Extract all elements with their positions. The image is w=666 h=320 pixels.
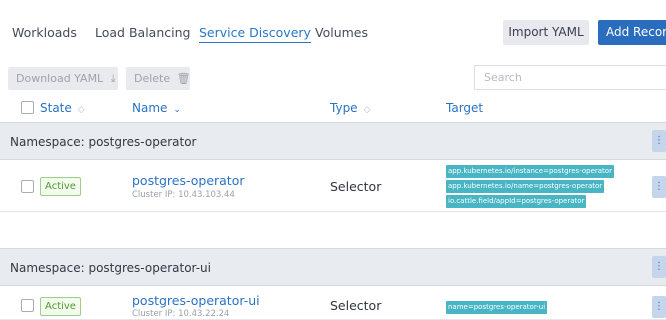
sort-icon: ◇ bbox=[363, 105, 371, 115]
status-badge: Active bbox=[40, 177, 81, 196]
namespace-label: Namespace: postgres-operator-ui bbox=[10, 261, 211, 275]
column-name-label: Name bbox=[132, 101, 168, 115]
select-all-checkbox[interactable] bbox=[21, 101, 34, 114]
search-input[interactable]: Search bbox=[474, 65, 666, 90]
cluster-ip: Cluster IP: 10.43.22.24 bbox=[132, 309, 230, 319]
target-tag: app.kubernetes.io/instance=postgres-oper… bbox=[446, 165, 614, 178]
target-tag: app.kubernetes.io/name=postgres-operator bbox=[446, 180, 605, 193]
namespace-menu-icon[interactable]: ⋮ bbox=[652, 130, 666, 152]
group-spacer bbox=[0, 212, 666, 248]
service-type: Selector bbox=[330, 298, 382, 313]
sort-icon: ◇ bbox=[77, 105, 85, 115]
column-target: Target bbox=[446, 101, 484, 115]
status-badge: Active bbox=[40, 297, 81, 316]
delete-label: Delete bbox=[134, 72, 171, 85]
download-yaml-label: Download YAML bbox=[16, 72, 104, 85]
add-record-button[interactable]: Add Record bbox=[598, 20, 666, 45]
sort-desc-icon: ⌄ bbox=[173, 105, 181, 115]
column-type[interactable]: Type ◇ bbox=[330, 97, 370, 121]
column-name[interactable]: Name ⌄ bbox=[132, 97, 181, 121]
namespace-row: Namespace: postgres-operator bbox=[0, 122, 666, 160]
delete-button[interactable]: Delete 🗑 bbox=[126, 67, 191, 90]
column-type-label: Type bbox=[330, 101, 358, 115]
row-checkbox[interactable] bbox=[21, 299, 34, 312]
namespace-menu-icon[interactable]: ⋮ bbox=[652, 256, 666, 278]
cluster-ip: Cluster IP: 10.43.103.44 bbox=[132, 190, 235, 200]
namespace-row: Namespace: postgres-operator-ui bbox=[0, 248, 666, 286]
row-checkbox[interactable] bbox=[21, 180, 34, 193]
service-name-link[interactable]: postgres-operator-ui bbox=[132, 293, 260, 308]
download-icon: ⤓ bbox=[110, 72, 116, 85]
trash-icon: 🗑 bbox=[176, 72, 191, 85]
tab-load-balancing[interactable]: Load Balancing bbox=[95, 0, 190, 60]
target-tag: name=postgres-operator-ui bbox=[446, 301, 548, 314]
import-yaml-button[interactable]: Import YAML bbox=[503, 20, 589, 45]
tab-service-discovery[interactable]: Service Discovery bbox=[199, 0, 311, 43]
target-tag: io.cattle.field/appId=postgres-operator bbox=[446, 195, 587, 208]
download-yaml-button[interactable]: Download YAML ⤓ bbox=[8, 67, 118, 90]
column-state[interactable]: State ◇ bbox=[40, 97, 85, 121]
namespace-label: Namespace: postgres-operator bbox=[10, 135, 197, 149]
row-menu-icon[interactable]: ⋮ bbox=[652, 176, 666, 198]
top-nav: Workloads Load Balancing Service Discove… bbox=[0, 0, 666, 60]
service-name-link[interactable]: postgres-operator bbox=[132, 173, 245, 188]
column-state-label: State bbox=[40, 101, 72, 115]
tab-workloads[interactable]: Workloads bbox=[12, 0, 77, 60]
row-menu-icon[interactable]: ⋮ bbox=[652, 296, 666, 318]
tab-volumes[interactable]: Volumes bbox=[315, 0, 368, 60]
service-type: Selector bbox=[330, 179, 382, 194]
